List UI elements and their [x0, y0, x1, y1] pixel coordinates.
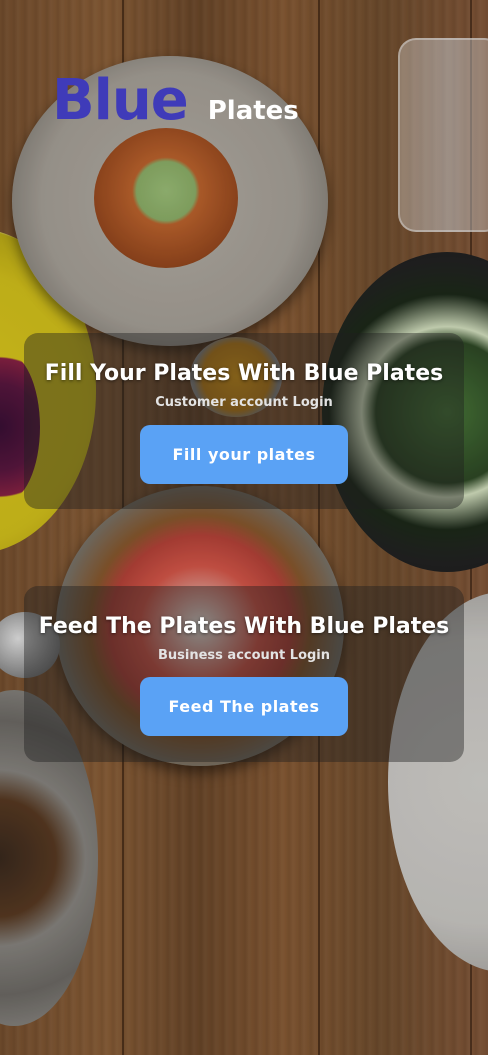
app-logo: Blue Plates [52, 66, 299, 136]
business-panel-title: Feed The Plates With Blue Plates [38, 614, 450, 639]
logo-blue-text: Blue [52, 68, 189, 133]
feed-the-plates-button[interactable]: Feed The plates [140, 677, 348, 736]
fill-your-plates-button[interactable]: Fill your plates [140, 425, 348, 484]
logo-plates-text: Plates [207, 96, 299, 126]
business-panel-subtitle: Business account Login [157, 648, 331, 663]
background-dim [0, 0, 488, 1055]
background-food-photo [0, 0, 488, 1055]
customer-panel-subtitle: Customer account Login [155, 395, 333, 410]
business-login-panel: Feed The Plates With Blue Plates Busines… [24, 586, 464, 762]
customer-panel-title: Fill Your Plates With Blue Plates [44, 361, 444, 386]
customer-login-panel: Fill Your Plates With Blue Plates Custom… [24, 333, 464, 509]
